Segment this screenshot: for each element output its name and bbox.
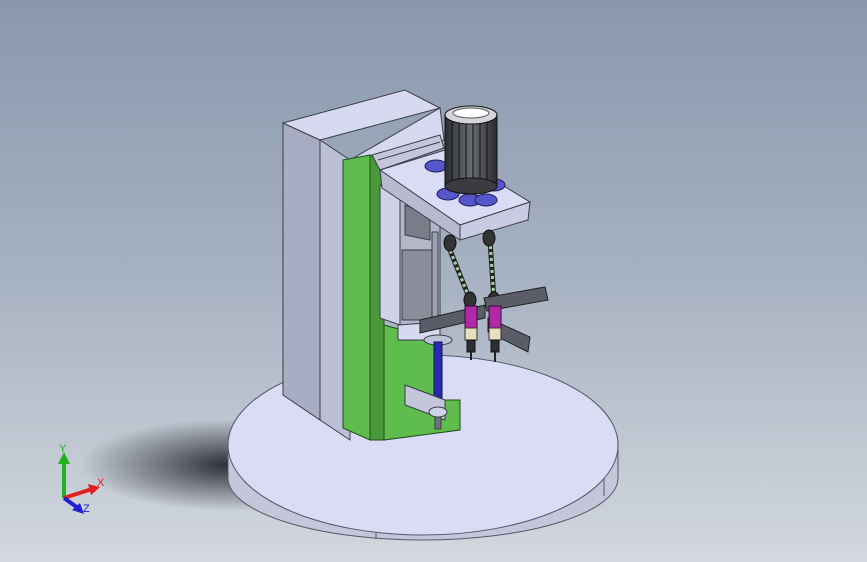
model-view[interactable] [0, 0, 867, 562]
spindle-motor [444, 105, 498, 195]
cad-viewport[interactable]: Y X Z [0, 0, 867, 562]
triad-x-axis [63, 487, 93, 500]
triad-z-label: Z [83, 503, 90, 515]
triad-y-label: Y [59, 444, 67, 455]
triad-z-axis [62, 496, 80, 510]
triad-x-label: X [97, 477, 105, 489]
orientation-triad[interactable]: Y X Z [50, 444, 110, 520]
